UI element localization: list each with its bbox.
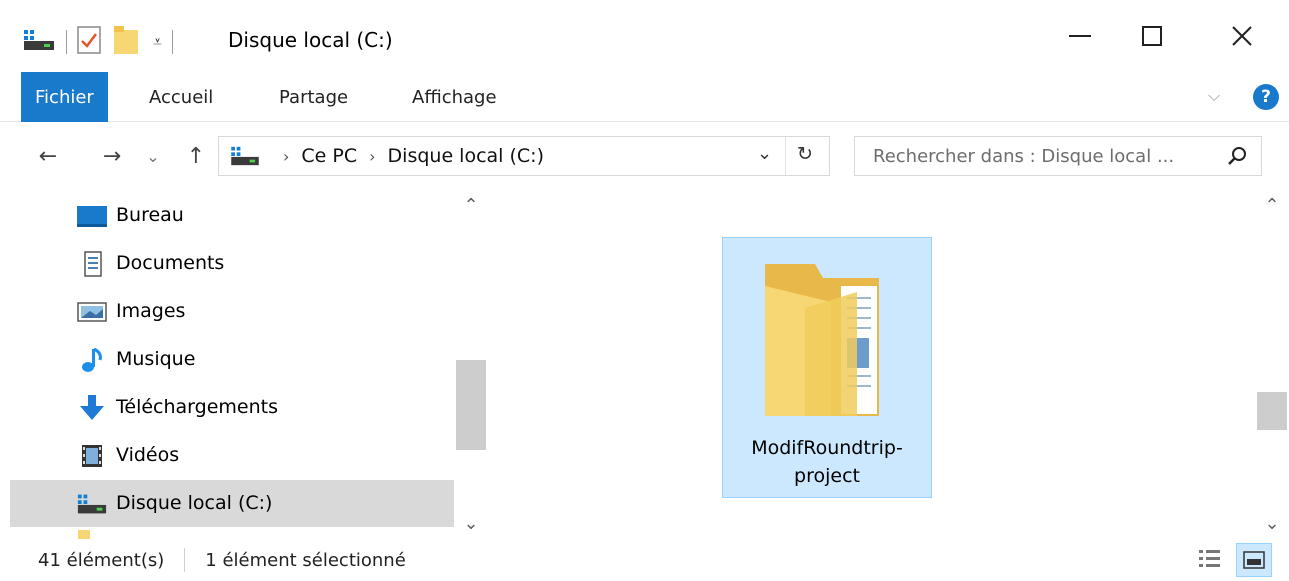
sidebar-item-label: Téléchargements — [116, 396, 278, 418]
large-icons-view-button[interactable] — [1236, 543, 1272, 577]
content-scrollbar[interactable]: ⌃ ⌄ — [1255, 190, 1289, 539]
window-title: Disque local (C:) — [228, 28, 393, 52]
ribbon-tabs: Fichier Accueil Partage Affichage ⌵ ? — [0, 72, 1289, 122]
expand-ribbon-icon[interactable]: ⌵ — [1208, 86, 1220, 106]
status-bar: 41 élément(s) 1 élément sélectionné — [0, 539, 1289, 581]
tab-affichage[interactable]: Affichage — [412, 72, 497, 122]
customize-toolbar-icon[interactable]: ⩡ — [153, 32, 162, 52]
sidebar-item-label: Documents — [116, 252, 225, 274]
documents-icon — [76, 251, 108, 277]
close-button[interactable] — [1196, 0, 1288, 72]
address-dropdown-button[interactable]: ⌄ — [757, 143, 772, 164]
file-list: ModifRoundtrip- project — [490, 190, 1255, 539]
refresh-button[interactable]: ↻ — [797, 143, 813, 165]
drive-icon — [22, 28, 56, 56]
sidebar-item-images[interactable]: Images — [10, 288, 454, 335]
breadcrumb-ce-pc[interactable]: Ce PC — [301, 145, 357, 167]
desktop-icon — [76, 203, 108, 229]
pictures-icon — [76, 299, 108, 325]
forward-button[interactable]: → — [94, 136, 130, 176]
drive-icon — [229, 145, 261, 167]
properties-icon[interactable] — [77, 26, 101, 58]
videos-icon — [76, 443, 108, 469]
sidebar-item-bureau[interactable]: Bureau — [10, 192, 454, 239]
folder-icon — [761, 256, 889, 428]
maximize-button[interactable] — [1106, 0, 1198, 72]
sidebar-item-label: Images — [116, 300, 186, 322]
back-button[interactable]: ← — [30, 136, 66, 176]
close-icon — [1232, 26, 1252, 46]
details-view-button[interactable] — [1198, 548, 1222, 575]
sidebar-item-label: Disque local (C:) — [116, 492, 273, 514]
sidebar-item-musique[interactable]: Musique — [10, 336, 454, 383]
sidebar-item-videos[interactable]: Vidéos — [10, 432, 454, 479]
search-placeholder: Rechercher dans : Disque local ... — [873, 145, 1175, 167]
breadcrumb-separator[interactable]: › — [283, 147, 289, 166]
item-count: 41 élément(s) — [38, 549, 165, 571]
new-folder-icon[interactable] — [113, 25, 139, 59]
quick-access-toolbar: ⩡ — [22, 22, 183, 62]
chevron-up-icon[interactable]: ⌃ — [454, 190, 488, 220]
maximize-icon — [1142, 26, 1162, 46]
sidebar-item-label: Musique — [116, 348, 196, 370]
folder-name: ModifRoundtrip- project — [751, 437, 903, 487]
title-bar: ⩡ Disque local (C:) — [0, 0, 1289, 72]
sidebar-item-telechargements[interactable]: Téléchargements — [10, 384, 454, 431]
music-icon — [76, 347, 108, 373]
large-icons-view-icon — [1243, 551, 1265, 569]
navigation-pane-scrollbar[interactable]: ⌃ ⌄ — [454, 190, 488, 539]
chevron-up-icon[interactable]: ⌃ — [1255, 190, 1289, 220]
help-button[interactable]: ? — [1253, 84, 1279, 110]
navigation-bar: ← → ⌄ ↑ › Ce PC › Disque local (C:) ⌄ ↻ … — [0, 122, 1289, 190]
sidebar-item-label: Vidéos — [116, 444, 180, 466]
tab-accueil[interactable]: Accueil — [149, 72, 213, 122]
folder-item[interactable]: ModifRoundtrip- project — [722, 237, 932, 498]
downloads-icon — [76, 395, 108, 421]
chevron-down-icon[interactable]: ⌄ — [454, 508, 488, 538]
minimize-icon — [1069, 35, 1091, 37]
sidebar-item-documents[interactable]: Documents — [10, 240, 454, 287]
sidebar-item-disque-local[interactable]: Disque local (C:) — [10, 480, 454, 527]
tab-partage[interactable]: Partage — [279, 72, 348, 122]
search-icon — [1227, 146, 1247, 171]
drive-icon — [76, 491, 108, 517]
scrollbar-thumb[interactable] — [456, 360, 486, 450]
recent-locations-button[interactable]: ⌄ — [140, 136, 166, 176]
scrollbar-thumb[interactable] — [1257, 392, 1287, 430]
breadcrumb-disque-local[interactable]: Disque local (C:) — [388, 145, 544, 167]
tab-fichier[interactable]: Fichier — [21, 72, 108, 122]
address-bar[interactable]: › Ce PC › Disque local (C:) ⌄ ↻ — [218, 136, 830, 176]
sidebar-item-label: Bureau — [116, 204, 184, 226]
chevron-down-icon[interactable]: ⌄ — [1255, 508, 1289, 538]
navigation-pane: Bureau Documents Images Musique Téléchar… — [0, 190, 490, 539]
selection-count: 1 élément sélectionné — [205, 549, 406, 571]
details-view-icon — [1199, 550, 1220, 567]
breadcrumb-separator[interactable]: › — [369, 147, 375, 166]
folder-icon — [78, 530, 90, 539]
search-input[interactable]: Rechercher dans : Disque local ... — [854, 136, 1262, 176]
up-button[interactable]: ↑ — [180, 136, 212, 176]
